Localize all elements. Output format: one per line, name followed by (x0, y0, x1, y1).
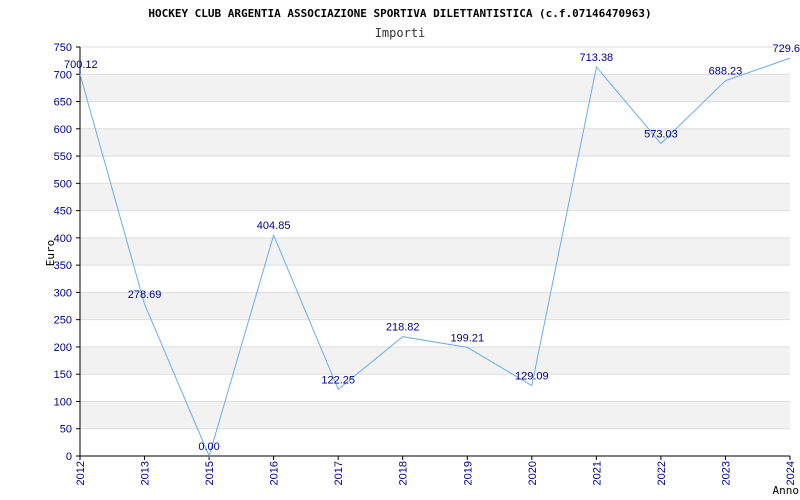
y-tick-label: 250 (54, 315, 72, 327)
grid-band (80, 292, 790, 320)
data-label: 404.85 (257, 220, 291, 232)
x-tick-label: 2016 (269, 461, 281, 485)
chart-subtitle: Importi (375, 26, 426, 40)
x-tick-label: 2015 (204, 461, 216, 485)
x-tick-label: 2020 (527, 461, 539, 485)
y-axis-label: Euro (44, 240, 57, 267)
x-tick-label: 2017 (333, 461, 345, 485)
y-tick-label: 300 (54, 287, 72, 299)
y-tick-label: 750 (54, 42, 72, 54)
y-axis-ticks: 0501001502002503003504004505005506006507… (54, 42, 80, 463)
data-label: 278.69 (128, 289, 162, 301)
x-tick-label: 2023 (720, 461, 732, 485)
y-tick-label: 650 (54, 97, 72, 109)
y-tick-label: 450 (54, 206, 72, 218)
line-chart: 0501001502002503003504004505005506006507… (44, 7, 800, 497)
data-label: 573.03 (644, 129, 678, 141)
y-tick-label: 500 (54, 178, 72, 190)
x-tick-label: 2024 (785, 461, 797, 485)
x-tick-label: 2021 (591, 461, 603, 485)
chart-title: HOCKEY CLUB ARGENTIA ASSOCIAZIONE SPORTI… (148, 7, 651, 20)
y-tick-label: 0 (66, 451, 72, 463)
data-label: 688.23 (709, 66, 743, 78)
data-label: 199.21 (450, 332, 484, 344)
data-label: 700.12 (64, 59, 98, 71)
data-label: 713.38 (580, 52, 614, 64)
x-tick-label: 2019 (462, 461, 474, 485)
y-tick-label: 150 (54, 369, 72, 381)
grid-band (80, 237, 790, 266)
data-label: 0.00 (198, 441, 219, 453)
x-axis-ticks: 2012 2013 2015 2016 2017 2018 2019 2020 2021 2022… (75, 456, 797, 485)
x-tick-label: 2013 (140, 461, 152, 485)
y-tick-label: 100 (54, 396, 72, 408)
data-label: 729.6 (772, 43, 800, 55)
y-tick-label: 600 (54, 124, 72, 136)
grid-band (80, 401, 790, 429)
data-label: 122.25 (321, 374, 355, 386)
x-tick-label: 2022 (656, 461, 668, 485)
x-tick-label: 2012 (75, 461, 87, 485)
y-tick-label: 50 (60, 424, 72, 436)
grid-bands (80, 74, 790, 429)
grid-band (80, 183, 790, 211)
data-label: 218.82 (386, 322, 420, 334)
y-tick-label: 200 (54, 342, 72, 354)
grid-band (80, 128, 790, 157)
y-tick-label: 550 (54, 151, 72, 163)
data-label: 129.09 (515, 371, 549, 383)
x-axis-label: Anno (773, 484, 800, 497)
grid-band (80, 74, 790, 102)
x-tick-label: 2018 (398, 461, 410, 485)
grid-band (80, 346, 790, 375)
